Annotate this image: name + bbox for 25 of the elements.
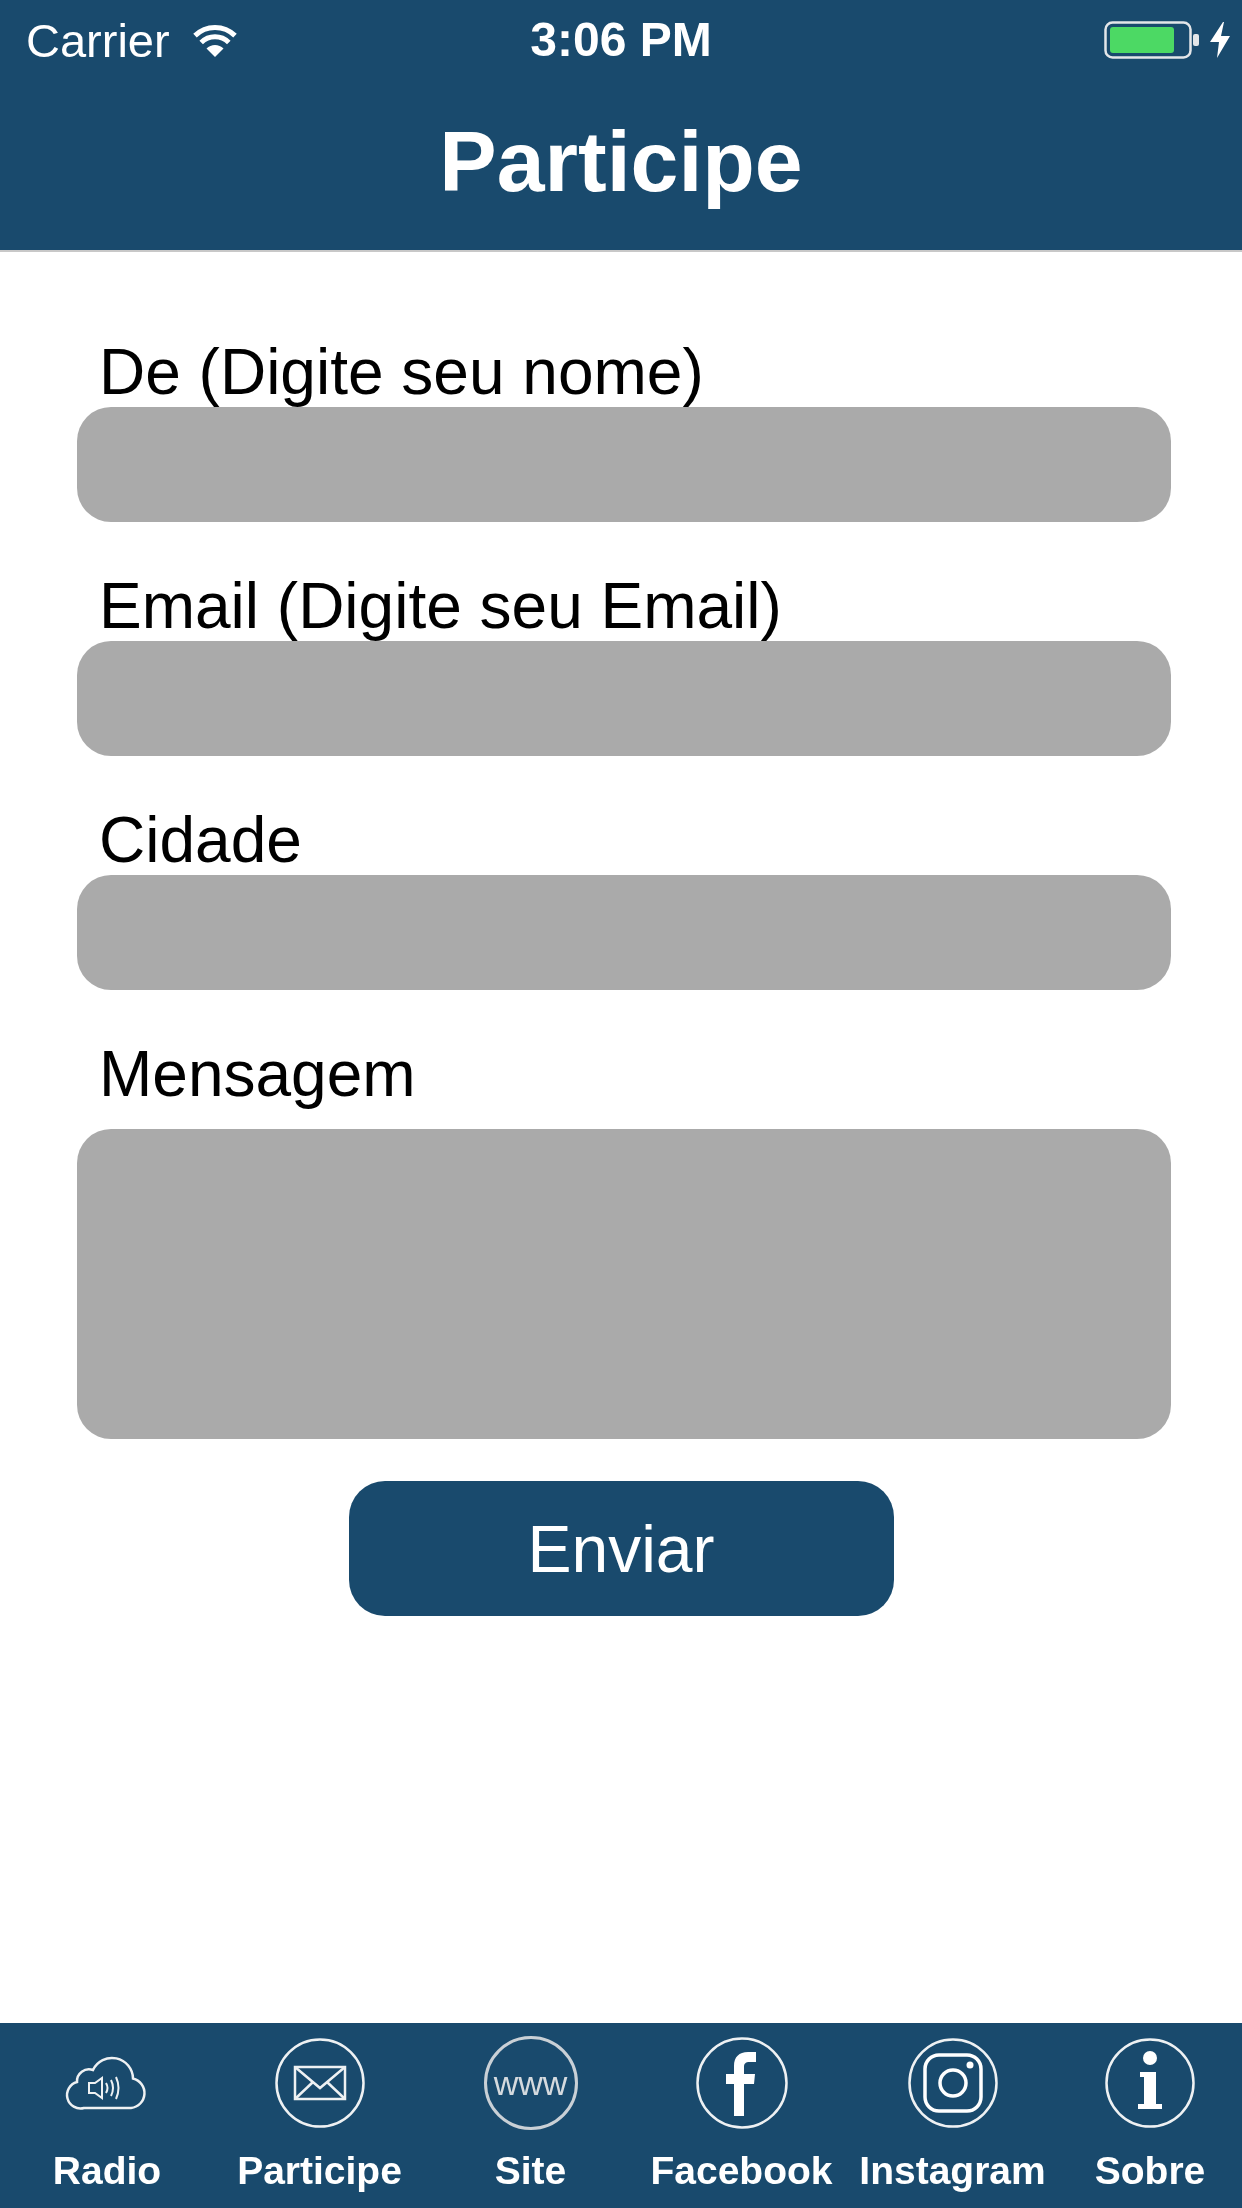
input-field[interactable]	[77, 875, 1171, 990]
submit-button[interactable]: Enviar	[348, 1481, 894, 1616]
battery-icon	[1104, 21, 1200, 59]
tab-item[interactable]: Instagram	[847, 2023, 1058, 2208]
tab-item[interactable]: Sobre	[1058, 2023, 1242, 2208]
tab-item[interactable]: Participe	[214, 2023, 425, 2208]
f-circle-icon	[695, 2037, 788, 2129]
tab-item[interactable]: Facebook	[636, 2023, 847, 2208]
www-icon: www	[483, 2036, 578, 2130]
field-label: De (Digite seu nome)	[99, 337, 704, 407]
message-field[interactable]	[77, 1129, 1171, 1439]
info-icon	[1105, 2038, 1195, 2128]
status-time: 3:06 PM	[530, 16, 712, 64]
field-label: Cidade	[99, 805, 302, 875]
tab-item[interactable]: Radio	[0, 2023, 214, 2208]
carrier-label: Carrier	[26, 16, 170, 64]
page-title: Participe	[439, 112, 803, 212]
envelope-icon	[274, 2038, 365, 2128]
input-field[interactable]	[77, 407, 1171, 522]
field-label: Email (Digite seu Email)	[99, 571, 782, 641]
field-label: Mensagem	[99, 1039, 416, 1109]
wifi-icon	[191, 22, 238, 58]
input-field[interactable]	[77, 641, 1171, 756]
tab-item[interactable]: www Site	[425, 2023, 636, 2208]
camera-icon	[907, 2038, 998, 2128]
